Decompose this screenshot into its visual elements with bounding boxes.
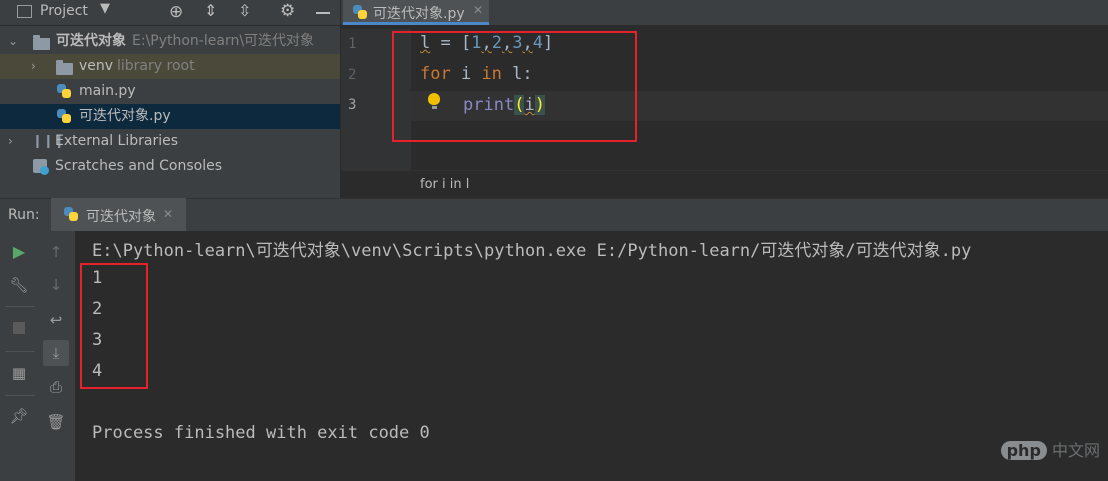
pin-icon[interactable]: 📌︎ [8, 405, 30, 427]
tree-item-iter-py[interactable]: 可迭代对象.py [0, 104, 340, 129]
python-file-icon [57, 84, 71, 98]
run-label: Run: [8, 207, 40, 223]
run-tab-label: 可迭代对象 [86, 209, 156, 225]
soft-wrap-icon[interactable]: ↩ [45, 309, 67, 331]
watermark-text: 中文网 [1051, 441, 1100, 460]
line-number-2: 2 [348, 67, 357, 83]
console-finish-message: Process finished with exit code 0 [92, 423, 430, 443]
chevron-right-icon: › [31, 59, 36, 73]
console-output[interactable] [75, 231, 1108, 481]
dropdown-icon[interactable]: ▼ [100, 1, 110, 16]
run-icon[interactable]: ▶ [8, 241, 30, 263]
trash-icon[interactable]: 🗑︎ [45, 411, 67, 433]
python-file-icon [64, 207, 78, 221]
tree-item-scratches[interactable]: Scratches and Consoles [0, 154, 340, 179]
collapse-all-icon[interactable]: ⇳ [238, 1, 251, 20]
python-file-icon [353, 5, 367, 19]
main-py-name: main.py [79, 83, 136, 99]
wrench-icon[interactable]: 🔧︎ [8, 274, 30, 296]
project-title[interactable]: Project [40, 3, 88, 19]
expand-all-icon[interactable]: ⇕ [204, 1, 217, 20]
up-arrow-icon[interactable]: ↑ [45, 241, 67, 263]
code-highlight-box [392, 31, 637, 142]
folder-icon [56, 60, 73, 75]
root-path: E:\Python-learn\可迭代对象 [132, 33, 315, 49]
project-view-icon[interactable] [17, 5, 32, 18]
chevron-down-icon: ⌄ [8, 34, 19, 48]
watermark-badge: php [1000, 441, 1047, 460]
print-icon[interactable]: ⎙ [45, 376, 67, 398]
minimize-icon[interactable] [316, 12, 330, 14]
locate-icon[interactable]: ⊕ [169, 2, 183, 22]
stop-icon[interactable] [8, 317, 30, 339]
tree-item-external-libraries[interactable]: › ❙❙❙ External Libraries [0, 129, 340, 154]
watermark: php 中文网 [1000, 437, 1100, 461]
close-icon[interactable]: ✕ [163, 207, 173, 221]
editor-tab-label: 可迭代对象.py [373, 6, 465, 22]
breadcrumb-item[interactable]: for i in l [420, 177, 469, 192]
breadcrumb: for i in l [341, 170, 1108, 199]
layout-icon[interactable]: ▦ [8, 362, 30, 384]
scratches-label: Scratches and Consoles [55, 158, 222, 174]
gear-icon[interactable]: ⚙ [280, 1, 295, 21]
run-toolbar: ▶ ↑ 🔧︎ ↓ ↩ ⤓ ▦ ⎙ 📌︎ 🗑︎ [0, 231, 75, 481]
scroll-to-end-icon[interactable]: ⤓ [43, 340, 69, 366]
iter-py-name: 可迭代对象.py [79, 108, 171, 124]
close-icon[interactable]: ✕ [473, 3, 483, 17]
toolbar-separator [5, 351, 35, 352]
project-header: Project ▼ ⊕ ⇕ ⇳ ⚙ [0, 0, 340, 26]
line-number-1: 1 [348, 36, 357, 52]
toolbar-separator [5, 395, 35, 396]
tree-item-root[interactable]: ⌄ 可迭代对象 E:\Python-learn\可迭代对象 [0, 29, 340, 54]
toolbar-separator [5, 306, 35, 307]
editor-tab[interactable]: 可迭代对象.py ✕ [343, 0, 489, 25]
line-number-3: 3 [348, 97, 357, 113]
folder-icon [33, 35, 50, 50]
external-libraries-label: External Libraries [55, 133, 178, 149]
run-tab[interactable]: 可迭代对象 ✕ [51, 198, 186, 231]
scratches-clock-icon [40, 166, 49, 175]
chevron-right-icon: › [8, 134, 13, 148]
console-command: E:\Python-learn\可迭代对象\venv\Scripts\pytho… [92, 241, 972, 261]
venv-name: venv [79, 58, 114, 74]
tree-item-venv[interactable]: › venv library root [0, 54, 340, 79]
python-file-icon [57, 109, 71, 123]
root-name: 可迭代对象 [56, 33, 126, 49]
tree-item-main-py[interactable]: main.py [0, 79, 340, 104]
down-arrow-icon[interactable]: ↓ [45, 274, 67, 296]
venv-note: library root [117, 58, 195, 74]
output-highlight-box [80, 263, 148, 389]
